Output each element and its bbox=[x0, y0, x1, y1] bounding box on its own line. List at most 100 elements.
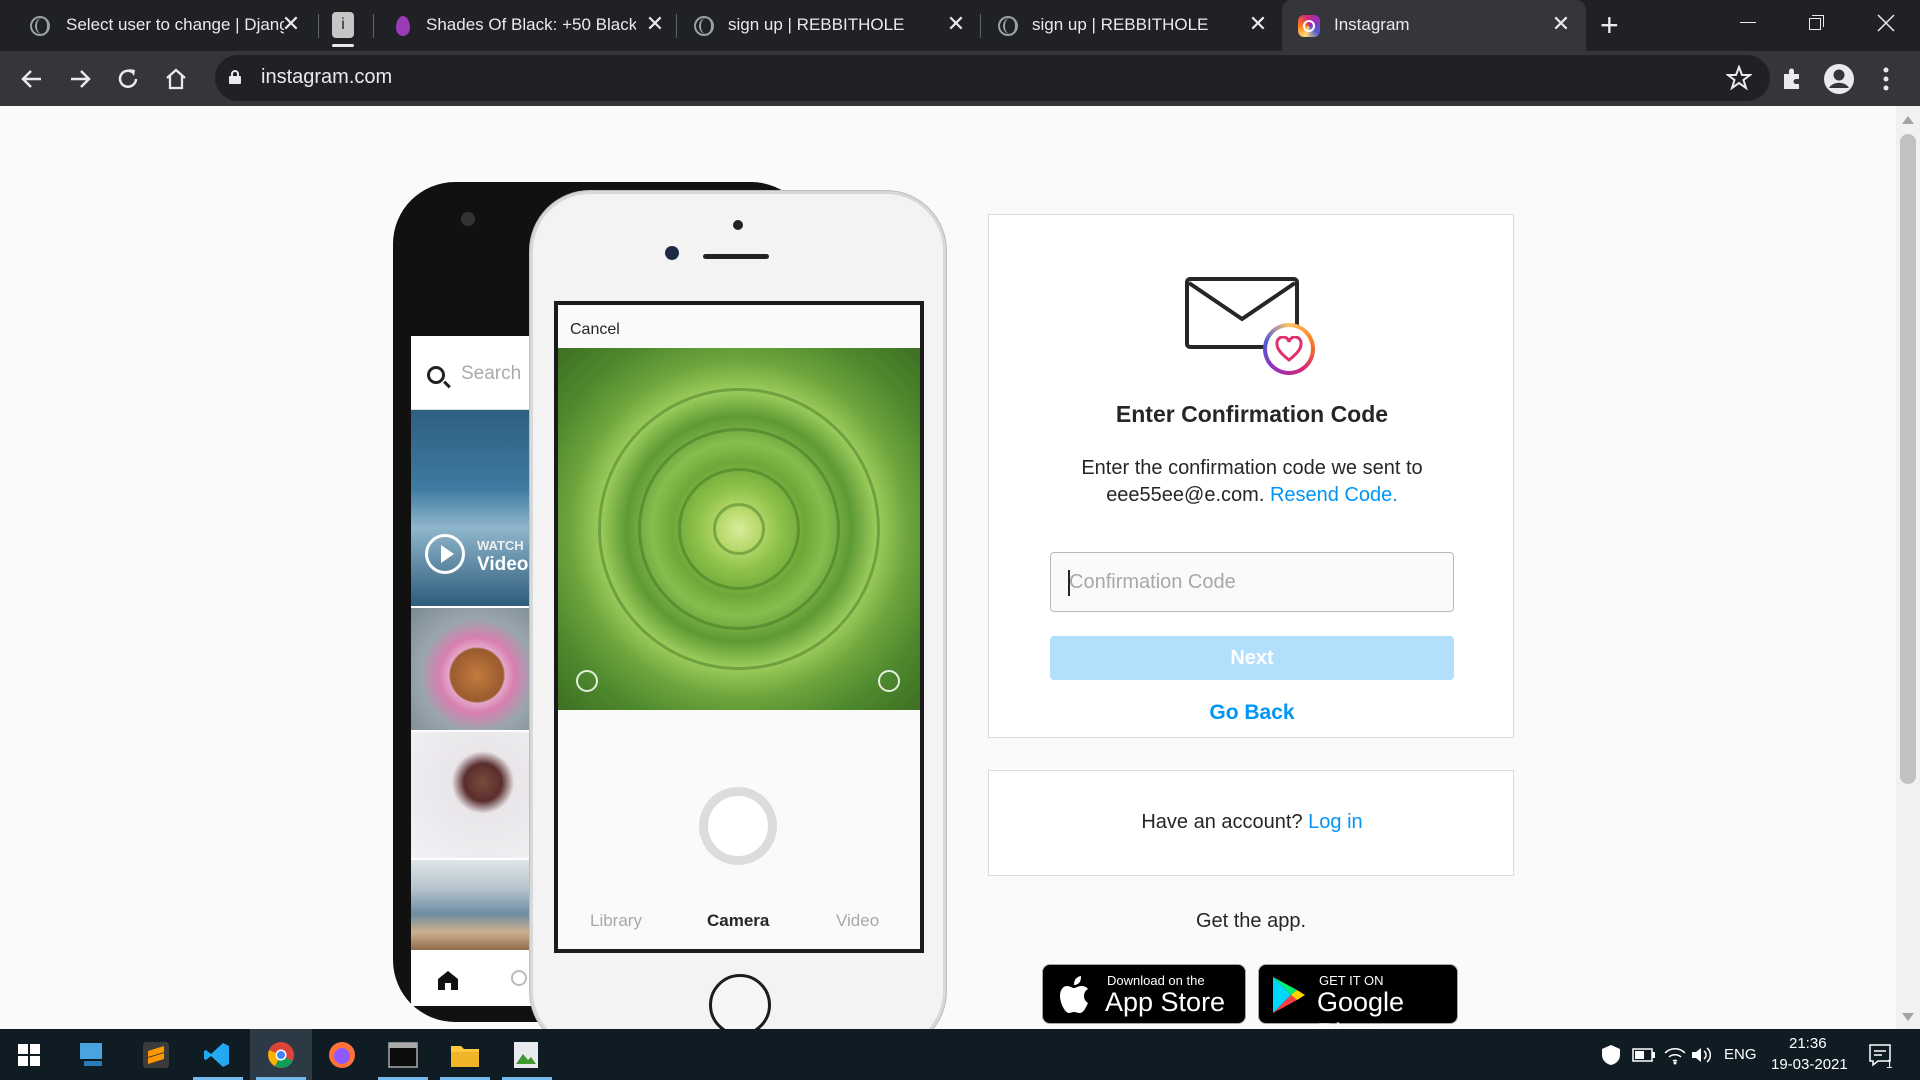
flash-icon bbox=[878, 670, 900, 692]
phone-camera bbox=[665, 246, 679, 260]
mock-mode-library: Library bbox=[590, 911, 642, 930]
windows-start-icon[interactable] bbox=[18, 1044, 40, 1066]
minimize-button[interactable] bbox=[1728, 8, 1768, 38]
back-button[interactable] bbox=[16, 63, 48, 95]
login-card: Have an account? Log in bbox=[988, 770, 1514, 876]
search-icon bbox=[511, 970, 527, 986]
tab-close-icon[interactable]: ✕ bbox=[943, 11, 969, 37]
battery-icon[interactable] bbox=[1632, 1046, 1656, 1064]
terminal-icon[interactable] bbox=[388, 1042, 418, 1068]
tab-title: Select user to change | Djang bbox=[66, 15, 284, 34]
notification-count: 1 bbox=[1886, 1057, 1893, 1071]
arrow-left-icon bbox=[21, 70, 41, 88]
confirmation-card: Enter Confirmation Code Enter the confir… bbox=[988, 214, 1514, 738]
profile-avatar-icon[interactable] bbox=[1822, 62, 1856, 96]
volume-icon[interactable] bbox=[1690, 1045, 1712, 1065]
new-tab-button[interactable]: + bbox=[1600, 8, 1619, 42]
google-play-icon bbox=[1273, 977, 1305, 1013]
phone-camera bbox=[461, 212, 475, 226]
google-play-big-text: Google Play bbox=[1317, 987, 1405, 1029]
lock-icon bbox=[229, 70, 241, 84]
restore-button[interactable] bbox=[1796, 8, 1836, 38]
home-button[interactable] bbox=[160, 63, 192, 95]
browser-tab[interactable]: sign up | REBBITHOLE ✕ bbox=[678, 0, 978, 51]
taskbar-chrome-active[interactable] bbox=[250, 1029, 312, 1080]
browser-tab[interactable]: sign up | REBBITHOLE ✕ bbox=[982, 0, 1282, 51]
language-indicator[interactable]: ENG bbox=[1724, 1046, 1757, 1063]
phone-speaker bbox=[703, 254, 769, 259]
google-play-small-text: GET IT ON bbox=[1319, 973, 1384, 988]
confirmation-code-input[interactable] bbox=[1050, 552, 1454, 612]
clock-time[interactable]: 21:36 bbox=[1789, 1035, 1827, 1052]
tab-close-icon[interactable]: ✕ bbox=[278, 11, 304, 37]
next-button[interactable]: Next bbox=[1050, 636, 1454, 680]
browser-tab[interactable]: Shades Of Black: +50 Black C ✕ bbox=[374, 0, 674, 51]
scrollbar-thumb[interactable] bbox=[1900, 134, 1916, 784]
tab-title: Instagram bbox=[1334, 15, 1410, 34]
file-explorer-icon[interactable] bbox=[450, 1042, 480, 1068]
close-icon bbox=[1877, 14, 1895, 32]
bookmark-star-icon[interactable] bbox=[1726, 65, 1752, 91]
tab-divider bbox=[676, 14, 677, 38]
resend-code-link[interactable]: Resend Code. bbox=[1270, 484, 1398, 506]
app-store-big-text: App Store bbox=[1105, 987, 1226, 1017]
mock-shutter-button bbox=[699, 787, 777, 865]
tab-title: sign up | REBBITHOLE bbox=[1032, 15, 1209, 34]
mock-succulent-photo bbox=[558, 348, 920, 710]
tab-divider bbox=[980, 14, 981, 38]
home-icon bbox=[166, 68, 186, 90]
login-link[interactable]: Log in bbox=[1308, 811, 1363, 833]
mock-cancel-label: Cancel bbox=[570, 321, 620, 338]
confirmation-heading: Enter Confirmation Code bbox=[1115, 401, 1389, 427]
heart-badge-icon bbox=[1263, 323, 1315, 375]
drop-favicon-icon bbox=[396, 16, 410, 36]
globe-icon bbox=[694, 16, 714, 36]
mock-mode-video: Video bbox=[836, 911, 880, 930]
browser-tab-active[interactable]: Instagram ✕ bbox=[1282, 0, 1586, 51]
vscode-icon[interactable] bbox=[203, 1041, 231, 1069]
app-store-badge[interactable]: Download on the App Store bbox=[1042, 964, 1246, 1024]
security-shield-icon[interactable] bbox=[1600, 1044, 1622, 1066]
mock-thumbnail-beach bbox=[411, 860, 531, 950]
sublime-text-icon[interactable] bbox=[142, 1041, 170, 1069]
image-viewer-icon[interactable] bbox=[512, 1040, 540, 1070]
mock-watch-label: WATCH bbox=[477, 538, 524, 553]
tab-close-icon[interactable]: ✕ bbox=[642, 11, 668, 37]
url-text: instagram.com bbox=[261, 66, 393, 88]
clock-date[interactable]: 19-03-2021 bbox=[1771, 1056, 1848, 1073]
reload-button[interactable] bbox=[112, 63, 144, 95]
forward-button[interactable] bbox=[64, 63, 96, 95]
phone-mockup-front: Cancel Library Camera Video bbox=[530, 191, 946, 1029]
reload-icon bbox=[118, 69, 138, 88]
play-icon bbox=[425, 534, 465, 574]
scroll-up-arrow-icon[interactable] bbox=[1902, 116, 1914, 124]
browser-tab[interactable]: i bbox=[322, 0, 368, 51]
login-prompt-row: Have an account? Log in bbox=[989, 811, 1515, 834]
chrome-icon bbox=[268, 1042, 294, 1068]
kebab-menu-icon[interactable] bbox=[1878, 65, 1894, 93]
computer-icon[interactable] bbox=[78, 1041, 108, 1069]
address-bar[interactable]: instagram.com bbox=[215, 55, 1770, 101]
page-content: Search WATCH Video Cancel Library Camera… bbox=[0, 106, 1920, 1029]
apple-icon bbox=[1060, 976, 1088, 1013]
go-back-link[interactable]: Go Back bbox=[989, 701, 1515, 725]
arrow-right-icon bbox=[71, 70, 91, 88]
page-scrollbar[interactable] bbox=[1896, 106, 1920, 1029]
tab-title: Shades Of Black: +50 Black C bbox=[426, 15, 636, 34]
browser-tab[interactable]: Select user to change | Djang ✕ bbox=[0, 0, 310, 51]
tab-favicon: i bbox=[332, 12, 354, 38]
extensions-puzzle-icon[interactable] bbox=[1778, 65, 1806, 93]
windows-taskbar: ENG 21:36 19-03-2021 1 bbox=[0, 1029, 1920, 1080]
search-icon bbox=[427, 366, 445, 384]
window-close-button[interactable] bbox=[1866, 8, 1906, 38]
browser-tab-bar: Select user to change | Djang ✕ i Shades… bbox=[0, 0, 1920, 51]
google-play-badge[interactable]: GET IT ON Google Play bbox=[1258, 964, 1458, 1029]
firefox-icon[interactable] bbox=[328, 1041, 356, 1069]
flip-camera-icon bbox=[576, 670, 598, 692]
mock-video-label: Video bbox=[477, 554, 529, 575]
text-caret bbox=[1068, 570, 1070, 596]
tab-close-icon[interactable]: ✕ bbox=[1245, 11, 1271, 37]
tab-close-icon[interactable]: ✕ bbox=[1548, 11, 1574, 37]
scroll-down-arrow-icon[interactable] bbox=[1902, 1013, 1914, 1021]
wifi-icon[interactable] bbox=[1664, 1045, 1686, 1065]
